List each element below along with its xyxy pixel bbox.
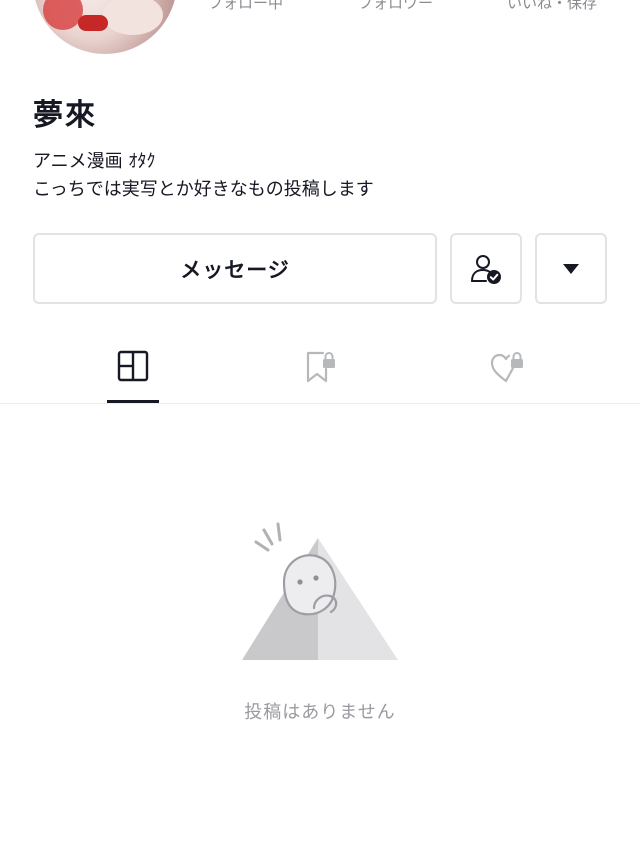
likes-label[interactable]: いいね・保存 bbox=[507, 0, 597, 13]
bio-line: こっちでは実写とか好きなもの投稿します bbox=[33, 179, 374, 200]
tab-videos[interactable] bbox=[73, 330, 193, 404]
stats-row: フォロー中 フォロワー いいね・保存 bbox=[0, 0, 640, 16]
tab-favorites[interactable] bbox=[260, 330, 380, 404]
bookmark-lock-icon bbox=[306, 351, 335, 383]
empty-state-message: 投稿はありません bbox=[244, 702, 396, 723]
empty-state-illustration bbox=[238, 520, 402, 664]
user-check-icon bbox=[471, 254, 501, 284]
profile-tabs bbox=[0, 330, 640, 404]
active-tab-indicator bbox=[107, 400, 159, 403]
more-options-button[interactable] bbox=[535, 233, 607, 304]
empty-mascot-icon bbox=[242, 522, 398, 660]
tab-liked[interactable] bbox=[447, 330, 567, 404]
message-button-label: メッセージ bbox=[180, 257, 290, 282]
grid-icon bbox=[117, 350, 149, 382]
bio: アニメ漫画 ｵﾀｸ こっちでは実写とか好きなもの投稿します bbox=[33, 148, 374, 204]
followers-label[interactable]: フォロワー bbox=[358, 0, 433, 13]
following-status-button[interactable] bbox=[450, 233, 522, 304]
avatar-art bbox=[78, 15, 108, 31]
triangle-down-icon bbox=[563, 263, 579, 274]
bio-line: アニメ漫画 ｵﾀｸ bbox=[33, 151, 156, 172]
following-label[interactable]: フォロー中 bbox=[208, 0, 283, 13]
display-name: 夢來 bbox=[33, 98, 97, 133]
heart-lock-icon bbox=[490, 352, 523, 383]
message-button[interactable]: メッセージ bbox=[33, 233, 437, 304]
